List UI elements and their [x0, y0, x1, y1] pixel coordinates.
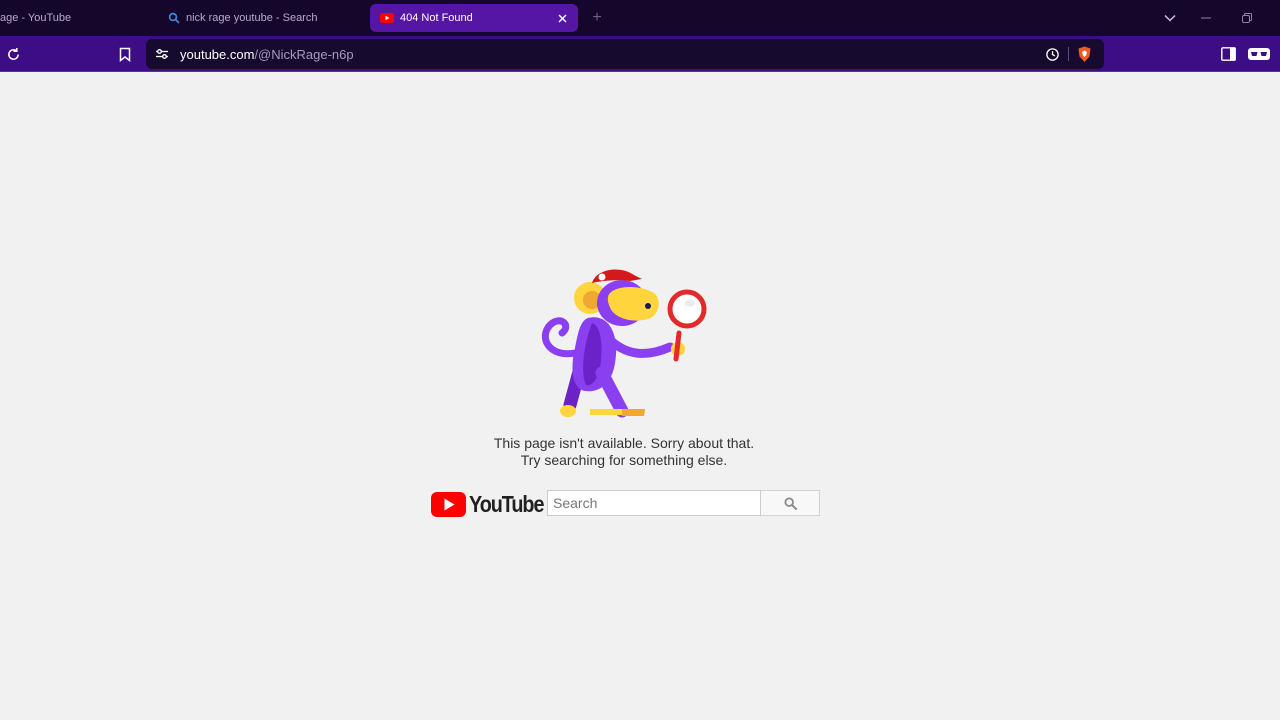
sidebar-toggle-icon[interactable] — [1218, 44, 1238, 64]
youtube-logo[interactable]: YouTube — [431, 490, 544, 518]
history-icon[interactable] — [1042, 44, 1062, 64]
youtube-wordmark: YouTube — [469, 490, 544, 517]
error-message-line-1: This page isn't available. Sorry about t… — [493, 435, 755, 451]
url-text[interactable]: youtube.com/@NickRage-n6p — [180, 47, 354, 62]
search-icon — [168, 12, 180, 24]
private-window-glasses-icon[interactable] — [1246, 44, 1272, 64]
divider — [1068, 47, 1069, 61]
minimize-icon[interactable] — [1196, 8, 1216, 28]
close-tab-icon[interactable] — [554, 10, 570, 26]
browser-toolbar: youtube.com/@NickRage-n6p — [0, 36, 1280, 72]
tab-label: nick rage youtube - Search — [186, 12, 318, 24]
site-settings-icon[interactable] — [152, 44, 172, 64]
tab-strip: age - YouTube nick rage youtube - Search… — [0, 0, 1280, 36]
url-host: youtube.com — [180, 47, 255, 62]
url-path: /@NickRage-n6p — [254, 47, 354, 62]
youtube-play-logo-icon — [431, 491, 466, 517]
search-input[interactable] — [547, 490, 761, 516]
monkey-illustration-icon — [530, 263, 720, 433]
page-content: This page isn't available. Sorry about t… — [0, 73, 1280, 720]
new-tab-button[interactable]: + — [588, 8, 606, 28]
tab-youtube-channel[interactable]: age - YouTube — [0, 4, 160, 32]
tab-label: 404 Not Found — [400, 12, 473, 24]
tab-search-dropdown-icon[interactable] — [1160, 8, 1180, 28]
address-bar[interactable]: youtube.com/@NickRage-n6p — [146, 39, 1104, 69]
tab-label: age - YouTube — [0, 12, 72, 24]
youtube-favicon-icon — [380, 13, 394, 23]
brave-shields-icon[interactable] — [1074, 44, 1094, 64]
tab-404-not-found[interactable]: 404 Not Found — [370, 4, 578, 32]
tab-search[interactable]: nick rage youtube - Search — [162, 4, 362, 32]
bookmark-icon[interactable] — [115, 44, 135, 64]
error-message: This page isn't available. Sorry about t… — [440, 435, 808, 468]
search-button[interactable] — [761, 490, 820, 516]
error-message-line-2: Try searching for something else. — [520, 451, 728, 468]
search-icon — [783, 496, 797, 510]
reload-icon[interactable] — [3, 44, 23, 64]
restore-window-icon[interactable] — [1237, 8, 1257, 28]
